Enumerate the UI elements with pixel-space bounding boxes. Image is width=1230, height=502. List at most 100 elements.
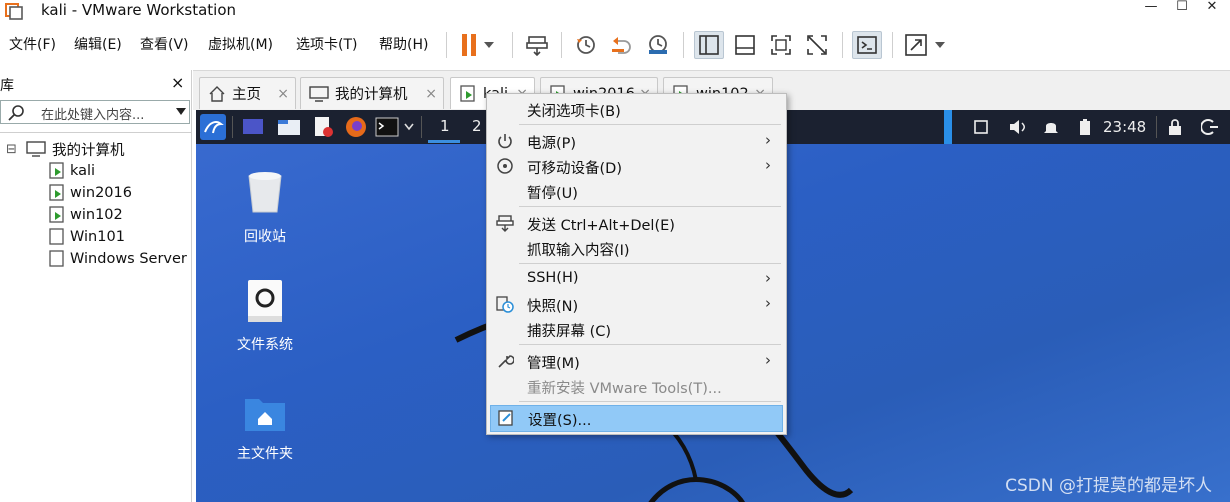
tab-label: 我的计算机: [335, 87, 408, 103]
workspace-2[interactable]: 2: [472, 117, 482, 135]
csdn-watermark: CSDN @打提莫的都是坏人: [1005, 476, 1212, 496]
panel-clock[interactable]: 23:48: [1103, 118, 1146, 136]
menu-item-capture-screen[interactable]: 捕获屏幕 (C): [490, 317, 783, 341]
menu-item-manage[interactable]: 管理(M) ›: [490, 349, 783, 373]
clipboard-icon[interactable]: [973, 119, 989, 135]
tab-context-menu: 关闭选项卡(B) 电源(P) › 可移动设备(D) › 暂停(U) 发送 Ctr…: [486, 93, 787, 435]
chevron-down-icon[interactable]: [404, 123, 414, 131]
show-desktop-icon[interactable]: [242, 117, 264, 137]
active-workspace-indicator: [428, 140, 460, 143]
menu-tabs[interactable]: 选项卡(T): [296, 36, 357, 54]
revert-snapshot-button[interactable]: [607, 31, 637, 59]
revert-snapshot-icon: [612, 37, 631, 54]
menu-item-settings[interactable]: 设置(S)...: [490, 405, 783, 432]
tree-label: win102: [70, 207, 123, 223]
desktop-icon-trash[interactable]: 回收站: [220, 168, 310, 246]
menu-item-send-ctrl-alt-del[interactable]: 发送 Ctrl+Alt+Del(E): [490, 211, 783, 235]
computer-icon: [26, 141, 46, 157]
maximize-button[interactable]: ☐: [1170, 0, 1194, 16]
computer-icon: [309, 85, 329, 102]
stretch-icon: [905, 34, 945, 56]
menu-item-power[interactable]: 电源(P) ›: [490, 129, 783, 153]
tab-my-computer[interactable]: 我的计算机 ×: [300, 77, 444, 109]
workspace-1[interactable]: 1: [440, 117, 450, 135]
tree-vm-windows-server[interactable]: Windows Server: [48, 248, 190, 270]
submenu-arrow-icon: ›: [765, 156, 771, 174]
show-library-button[interactable]: [694, 31, 724, 59]
tree-node-my-computer[interactable]: ⊟ 我的计算机: [6, 138, 125, 160]
vm-icon: [49, 228, 64, 245]
notification-bell-icon[interactable]: [1043, 118, 1059, 136]
tree-vm-win2016[interactable]: win2016: [48, 182, 132, 204]
menu-item-grab-input[interactable]: 抓取输入内容(I): [490, 236, 783, 260]
toolbar-separator: [683, 32, 684, 58]
stretch-button[interactable]: [902, 31, 948, 59]
menu-item-reinstall-vmware-tools: 重新安装 VMware Tools(T)...: [490, 374, 783, 398]
tree-label: Win101: [70, 229, 125, 245]
library-search-input[interactable]: 在此处键入内容...: [0, 100, 190, 124]
tree-vm-kali[interactable]: kali: [48, 160, 95, 182]
menu-edit[interactable]: 编辑(E): [74, 36, 122, 54]
menu-item-removable-devices[interactable]: 可移动设备(D) ›: [490, 154, 783, 178]
logout-icon[interactable]: [1201, 118, 1219, 136]
toolbar-separator: [842, 32, 843, 58]
library-view-icon: [699, 35, 719, 55]
submenu-arrow-icon: ›: [765, 131, 771, 149]
menu-separator: [519, 206, 781, 207]
send-keys-icon: [496, 215, 514, 232]
volume-icon[interactable]: [1008, 118, 1028, 136]
minimize-button[interactable]: —: [1139, 0, 1163, 16]
tab-close-button[interactable]: ×: [277, 86, 289, 102]
menu-file[interactable]: 文件(F): [9, 36, 56, 54]
unity-button[interactable]: [802, 31, 832, 59]
menu-item-pause[interactable]: 暂停(U): [490, 179, 783, 203]
show-thumbnail-bar-button[interactable]: [730, 31, 760, 59]
terminal-icon[interactable]: [375, 116, 399, 138]
menu-view[interactable]: 查看(V): [140, 36, 189, 54]
desktop-icon-home-folder[interactable]: 主文件夹: [220, 393, 310, 463]
vm-icon: [49, 250, 64, 267]
pause-button[interactable]: [455, 31, 497, 59]
file-manager-icon[interactable]: [277, 117, 301, 137]
submenu-arrow-icon: ›: [765, 294, 771, 312]
lock-icon[interactable]: [1168, 118, 1182, 136]
dropdown-arrow-icon[interactable]: [176, 108, 186, 115]
tree-vm-win102[interactable]: win102: [48, 204, 123, 226]
text-editor-icon[interactable]: [312, 116, 334, 138]
battery-icon[interactable]: [1078, 118, 1092, 136]
menu-bar: 文件(F) 编辑(E) 查看(V) 虚拟机(M) 选项卡(T) 帮助(H): [0, 26, 1230, 64]
tab-close-button[interactable]: ×: [425, 86, 437, 102]
kali-menu-icon[interactable]: [200, 114, 226, 140]
send-ctrl-alt-del-button[interactable]: [522, 31, 552, 59]
menu-item-snapshot[interactable]: 快照(N) ›: [490, 292, 783, 316]
console-icon: [857, 36, 877, 54]
snapshot-manager-button[interactable]: [643, 31, 673, 59]
firefox-icon[interactable]: [345, 116, 367, 138]
removable-device-icon: [497, 158, 513, 174]
console-view-button[interactable]: [852, 31, 882, 59]
library-close-button[interactable]: ×: [171, 73, 184, 92]
menu-item-close-tab[interactable]: 关闭选项卡(B): [490, 97, 783, 121]
full-screen-button[interactable]: [766, 31, 796, 59]
tree-vm-win101[interactable]: Win101: [48, 226, 125, 248]
vmware-logo-icon: [5, 3, 23, 20]
send-keys-icon: [526, 36, 548, 57]
panel-separator: [232, 116, 233, 138]
close-button[interactable]: ✕: [1200, 0, 1224, 16]
tree-label: win2016: [70, 185, 132, 201]
menu-item-label: 管理(M): [527, 356, 580, 372]
snapshot-manager-icon: [649, 35, 667, 54]
tree-label: 我的计算机: [52, 142, 125, 159]
desktop-icon-filesystem[interactable]: 文件系统: [220, 278, 310, 354]
menu-separator: [519, 401, 781, 402]
power-icon: [498, 134, 512, 149]
snapshot-button[interactable]: [571, 31, 601, 59]
home-icon: [209, 85, 225, 102]
home-folder-icon: [245, 399, 285, 431]
menu-help[interactable]: 帮助(H): [379, 36, 428, 54]
tab-home[interactable]: 主页 ×: [199, 77, 296, 109]
menu-vm[interactable]: 虚拟机(M): [208, 36, 273, 54]
menu-item-ssh[interactable]: SSH(H) ›: [490, 267, 783, 291]
collapse-icon[interactable]: ⊟: [6, 142, 22, 157]
submenu-arrow-icon: ›: [765, 269, 771, 287]
